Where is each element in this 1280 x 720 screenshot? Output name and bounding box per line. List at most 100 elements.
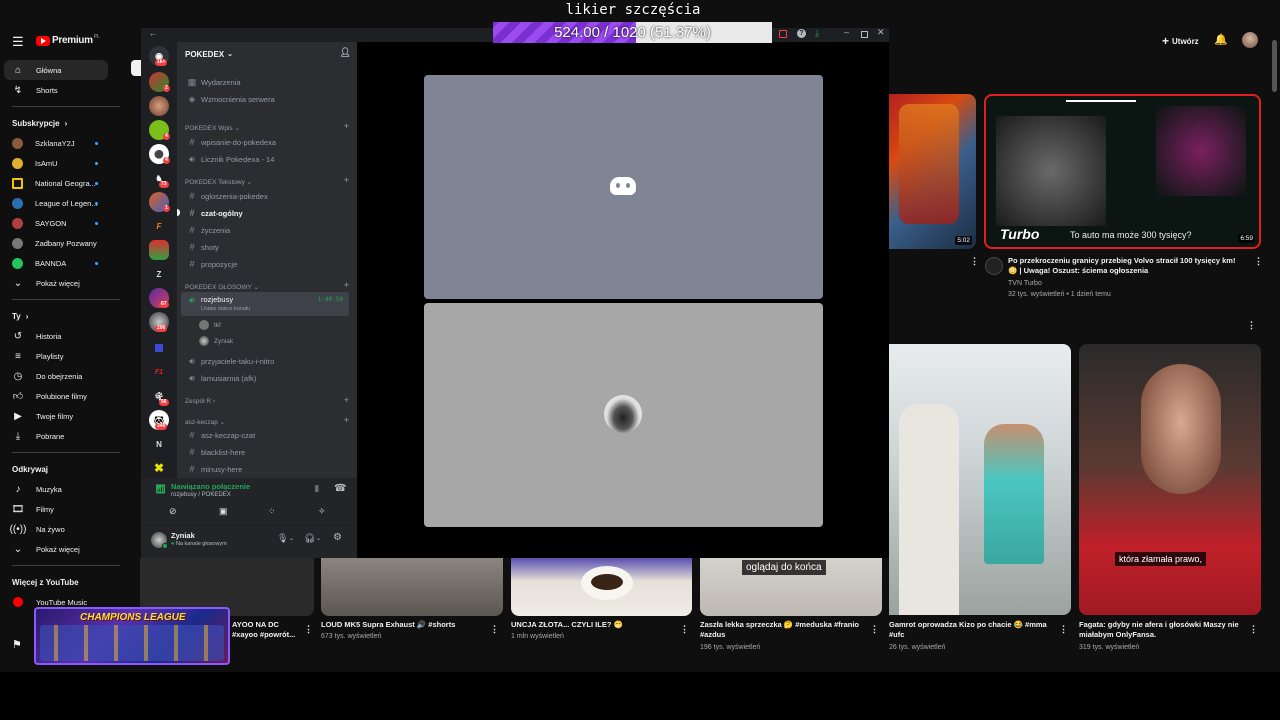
sub-item[interactable]: League of Legen... (0, 193, 132, 213)
channel-text[interactable]: # życzenia (181, 222, 349, 238)
screen-share-icon[interactable]: ▣ (219, 506, 228, 517)
channel-status[interactable]: Ustaw status kanału (201, 306, 250, 312)
video-thumbnail[interactable]: Turbo To auto ma może 300 tysięcy? 6:59 (984, 94, 1261, 249)
add-channel-icon[interactable]: + (344, 415, 349, 425)
category-header[interactable]: Zespół R › (185, 398, 215, 405)
activities-icon[interactable]: ⁘ (268, 506, 276, 517)
short-menu-icon[interactable]: ⋮ (680, 624, 689, 635)
short-title[interactable]: Zaszła lekka sprzeczka 🤔 #meduska #frani… (700, 620, 860, 640)
subs-show-more[interactable]: ⌄ Pokaż więcej (0, 273, 132, 293)
maximize-icon[interactable] (861, 31, 868, 38)
short-title[interactable]: Fagata: gdyby nie afera i głosówki Maszy… (1079, 620, 1243, 640)
short-title[interactable]: LOUD MK5 Supra Exhaust 🔊 #shorts (321, 620, 489, 630)
video-menu-icon[interactable]: ⋮ (970, 256, 979, 267)
category-header[interactable]: POKEDEX Tekstowy ⌄ (185, 178, 252, 186)
short-menu-icon[interactable]: ⋮ (304, 624, 313, 635)
soundboard-icon[interactable]: ✧ (318, 506, 326, 517)
channel-text[interactable]: # blacklist-here (181, 444, 349, 460)
download-update-icon[interactable]: ⤓ (815, 28, 819, 39)
inbox-icon[interactable] (779, 30, 787, 38)
settings-gear-icon[interactable]: ⚙ (333, 532, 342, 543)
you-heading[interactable]: Ty › (0, 306, 132, 326)
sub-item[interactable]: BANNDA (0, 253, 132, 273)
close-icon[interactable]: ✕ (877, 27, 885, 38)
channel-text[interactable]: # propozycje (181, 256, 349, 272)
minimize-icon[interactable]: – (844, 27, 849, 37)
channel-voice[interactable]: 🔊︎ przyjaciele-taku-i-nitro (181, 353, 349, 369)
nav-your-videos[interactable]: ▶ Twoje filmy (0, 406, 132, 426)
video-title[interactable]: Po przekroczeniu granicy przebieg Volvo … (1008, 256, 1244, 276)
server-icon[interactable]: N (149, 434, 169, 454)
subscriptions-heading[interactable]: Subskrypcje › (0, 113, 132, 133)
sub-item[interactable]: SAYGON (0, 213, 132, 233)
server-icon[interactable]: F1 (149, 362, 169, 382)
nav-liked[interactable]: 👍︎ Polubione filmy (0, 386, 132, 406)
sub-item[interactable]: SzklanaY2J (0, 133, 132, 153)
video-channel[interactable]: TVN Turbo (1008, 279, 1042, 289)
add-channel-icon[interactable]: + (344, 395, 349, 405)
channel-voice[interactable]: 🔊︎ lamusiarnia (afk) (181, 370, 349, 386)
channel-avatar[interactable] (985, 257, 1003, 275)
channel-text[interactable]: # minusy-here (181, 461, 349, 477)
server-icon[interactable] (149, 96, 169, 116)
camera-off-icon[interactable]: ⊘ (169, 506, 177, 517)
bell-icon[interactable]: 🔔 (1214, 33, 1228, 46)
create-button[interactable]: + Utwórz (1162, 34, 1199, 48)
channel-text[interactable]: # wpisanie-do-pokedexa (181, 134, 349, 150)
short-thumbnail[interactable]: oglądaj do końca (700, 558, 882, 616)
nav-music[interactable]: ♪ Muzyka (0, 479, 132, 499)
sub-item[interactable]: Zadbany Pozwany (0, 233, 132, 253)
server-icon[interactable]: ✖ (149, 458, 169, 478)
nav-films[interactable]: 🎞︎ Filmy (0, 499, 132, 519)
short-menu-icon[interactable]: ⋮ (1059, 624, 1068, 635)
channel-text[interactable]: # shoty (181, 239, 349, 255)
server-icon[interactable]: F (149, 216, 169, 236)
video-menu-icon[interactable]: ⋮ (1254, 256, 1263, 267)
headphones-icon[interactable]: 🎧︎ (304, 533, 315, 544)
channel-text[interactable]: # czat-ogólny (181, 205, 349, 221)
back-arrow-icon[interactable]: ← (149, 29, 157, 38)
server-header[interactable]: POKEDEX ⌄ 👤︎ (177, 42, 357, 66)
connection-location[interactable]: rozjebusy / POKEDEX (171, 492, 231, 498)
shorts-menu-icon[interactable]: ⋮ (1247, 320, 1256, 331)
server-icon[interactable]: Z (149, 264, 169, 284)
short-menu-icon[interactable]: ⋮ (490, 624, 499, 635)
user-name[interactable]: Zyniak (171, 531, 195, 540)
add-channel-icon[interactable]: + (344, 121, 349, 131)
channel-voice-active[interactable]: 🔊︎ rozjebusy 1:40:50 Ustaw status kanału (181, 292, 349, 316)
short-thumbnail[interactable] (889, 344, 1071, 615)
chevron-down-icon[interactable]: ⌄ (289, 535, 294, 542)
video-thumbnail[interactable]: 5:02 (889, 94, 976, 249)
add-friend-icon[interactable]: 👤︎ (340, 47, 351, 58)
short-thumbnail[interactable]: która złamała prawo, (1079, 344, 1261, 615)
microphone-icon[interactable]: 🎙︎ (277, 533, 288, 544)
nav-downloads[interactable]: ⤓ Pobrane (0, 426, 132, 446)
flag-icon[interactable]: ⚑ (12, 638, 22, 651)
category-header[interactable]: asz-keczap ⌄ (185, 418, 225, 426)
channel-text[interactable]: # asz-keczap-czat (181, 427, 349, 443)
short-menu-icon[interactable]: ⋮ (1249, 624, 1258, 635)
participant-tile[interactable] (424, 75, 823, 299)
account-avatar[interactable] (1242, 32, 1258, 48)
explore-show-more[interactable]: ⌄ Pokaż więcej (0, 539, 132, 559)
short-title[interactable]: UNCJA ZŁOTA... CZYLI ILE? 😁 (511, 620, 679, 630)
nav-history[interactable]: ↺ Historia (0, 326, 132, 346)
sub-item[interactable]: National Geogra... (0, 173, 132, 193)
disconnect-icon[interactable]: ☎︎ (334, 483, 346, 494)
events-item[interactable]: ▦ Wydarzenia (181, 74, 349, 90)
nav-live[interactable]: ((•)) Na żywo (0, 519, 132, 539)
scrollbar-thumb[interactable] (1272, 40, 1277, 92)
short-thumbnail[interactable] (511, 558, 692, 616)
help-icon[interactable]: ? (797, 29, 806, 38)
voice-user[interactable]: Zyniak (199, 336, 233, 346)
channel-text[interactable]: # ogloszenia-pokedex (181, 188, 349, 204)
boosts-item[interactable]: ◈ Wzmocnienia serwera (181, 91, 349, 107)
category-header[interactable]: POKEDEX Wpis ⌄ (185, 124, 240, 132)
category-header[interactable]: POKEDEX GŁOSOWY ⌄ (185, 283, 259, 291)
nav-shorts[interactable]: ↯ Shorts (0, 80, 132, 100)
signal-icon[interactable]: 📶︎ (155, 484, 166, 495)
short-thumbnail[interactable] (321, 558, 503, 616)
nav-watch-later[interactable]: ◷ Do obejrzenia (0, 366, 132, 386)
short-title[interactable]: AYOO NA DC #xayoo #powrót... (232, 620, 306, 640)
server-icon[interactable] (149, 338, 169, 358)
